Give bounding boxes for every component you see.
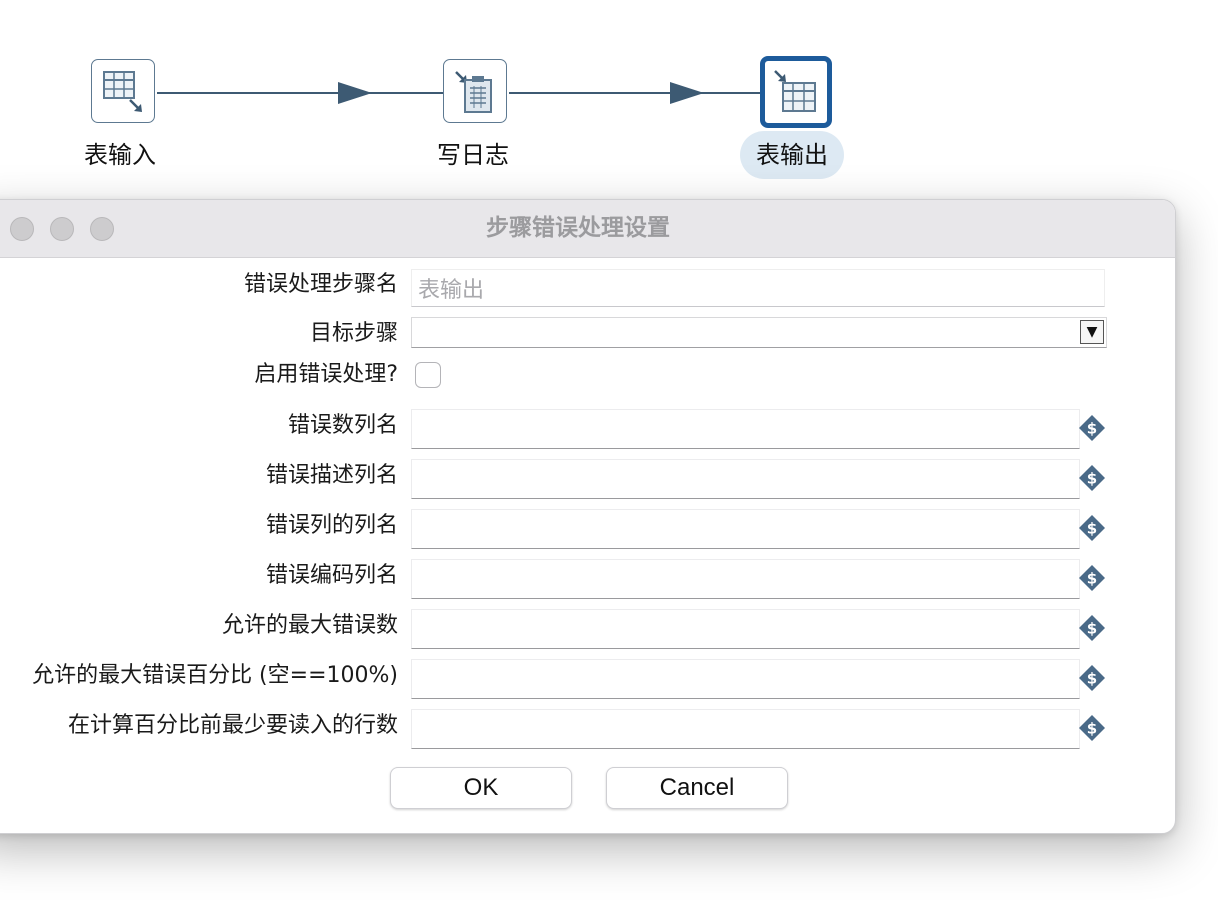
dialog-titlebar[interactable]: 步骤错误处理设置 [0,200,1175,258]
error-count-field-input[interactable] [411,409,1080,449]
hop-line-2[interactable] [509,92,765,94]
hop-arrow-2-icon [670,82,704,104]
target-step-select[interactable]: ▼ [411,317,1107,348]
max-errors-input[interactable] [411,609,1080,649]
step-label-table-output: 表输出 [740,131,844,179]
variable-dollar-icon[interactable]: $ [1078,664,1106,692]
svg-text:$: $ [1087,570,1097,588]
error-code-field-label: 错误编码列名 [265,563,398,588]
min-rows-for-percent-label: 在计算百分比前最少要读入的行数 [67,713,398,738]
enable-error-handling-checkbox[interactable] [415,362,441,388]
svg-text:$: $ [1087,620,1097,638]
hop-line-1[interactable] [157,92,447,94]
variable-dollar-icon[interactable]: $ [1078,564,1106,592]
max-error-percent-label: 允许的最大错误百分比 (空==100%) [32,663,398,688]
svg-text:$: $ [1087,420,1097,438]
error-handling-dialog: 步骤错误处理设置 错误处理步骤名 目标步骤 ▼ 启用错误处理? 错误数列名 $ … [0,199,1176,834]
error-count-field-label: 错误数列名 [287,413,398,438]
table-output-icon [774,70,816,112]
svg-text:$: $ [1087,470,1097,488]
step-table-output[interactable] [760,56,832,128]
variable-dollar-icon[interactable]: $ [1078,614,1106,642]
svg-text:$: $ [1087,670,1097,688]
ok-button[interactable]: OK [390,767,572,809]
max-error-percent-input[interactable] [411,659,1080,699]
error-desc-field-input[interactable] [411,459,1080,499]
error-fields-field-label: 错误列的列名 [265,513,398,538]
step-table-input[interactable] [91,59,155,123]
variable-dollar-icon[interactable]: $ [1078,514,1106,542]
step-label-table-input: 表输入 [84,141,156,169]
table-input-icon [103,71,142,112]
transformation-canvas[interactable]: 表输入 写日志 表输出 步骤错误处理设置 错误处理步骤名 表输出 目标步骤 ▼ … [0,0,1218,912]
svg-text:$: $ [1087,520,1097,538]
dialog-title: 步骤错误处理设置 [486,215,670,241]
svg-text:$: $ [1087,720,1097,738]
variable-dollar-icon[interactable]: $ [1078,414,1106,442]
chevron-down-icon[interactable]: ▼ [1080,320,1104,344]
error-fields-field-input[interactable] [411,509,1080,549]
step-write-log[interactable] [443,59,507,123]
cancel-button[interactable]: Cancel [606,767,788,809]
max-errors-label: 允许的最大错误数 [221,613,398,638]
target-step-label: 目标步骤 [309,321,398,346]
write-log-icon [455,71,492,113]
variable-dollar-icon[interactable]: $ [1078,464,1106,492]
enable-error-handling-label: 启用错误处理? [254,362,398,387]
step-label-write-log: 写日志 [437,141,509,169]
hop-arrow-1-icon [338,82,372,104]
error-step-name-label: 错误处理步骤名 [243,272,398,297]
error-step-name-field[interactable] [411,269,1105,307]
error-code-field-input[interactable] [411,559,1080,599]
min-rows-for-percent-input[interactable] [411,709,1080,749]
variable-dollar-icon[interactable]: $ [1078,714,1106,742]
error-desc-field-label: 错误描述列名 [265,463,398,488]
